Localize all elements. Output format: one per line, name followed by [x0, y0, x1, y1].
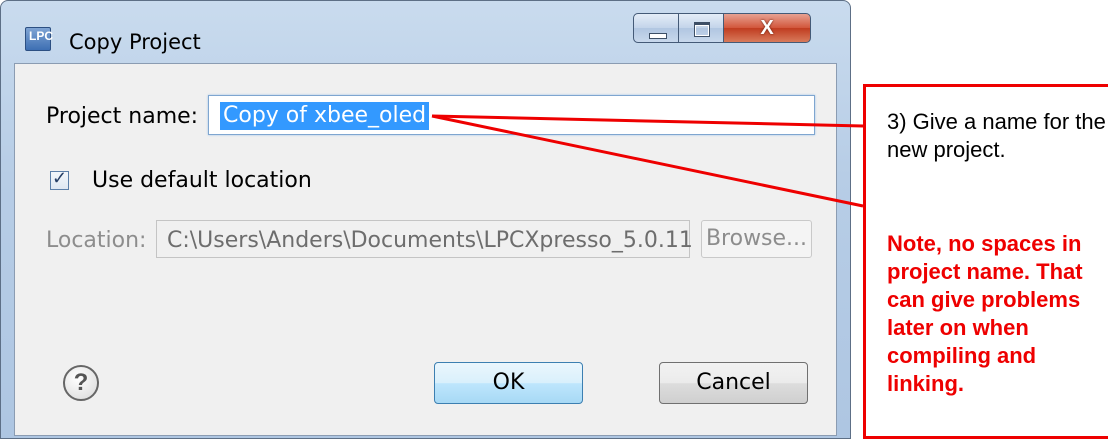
annotation-arrows: [431, 114, 864, 208]
arrow-line-upper: [431, 114, 864, 128]
arrow-line-lower: [431, 114, 864, 208]
